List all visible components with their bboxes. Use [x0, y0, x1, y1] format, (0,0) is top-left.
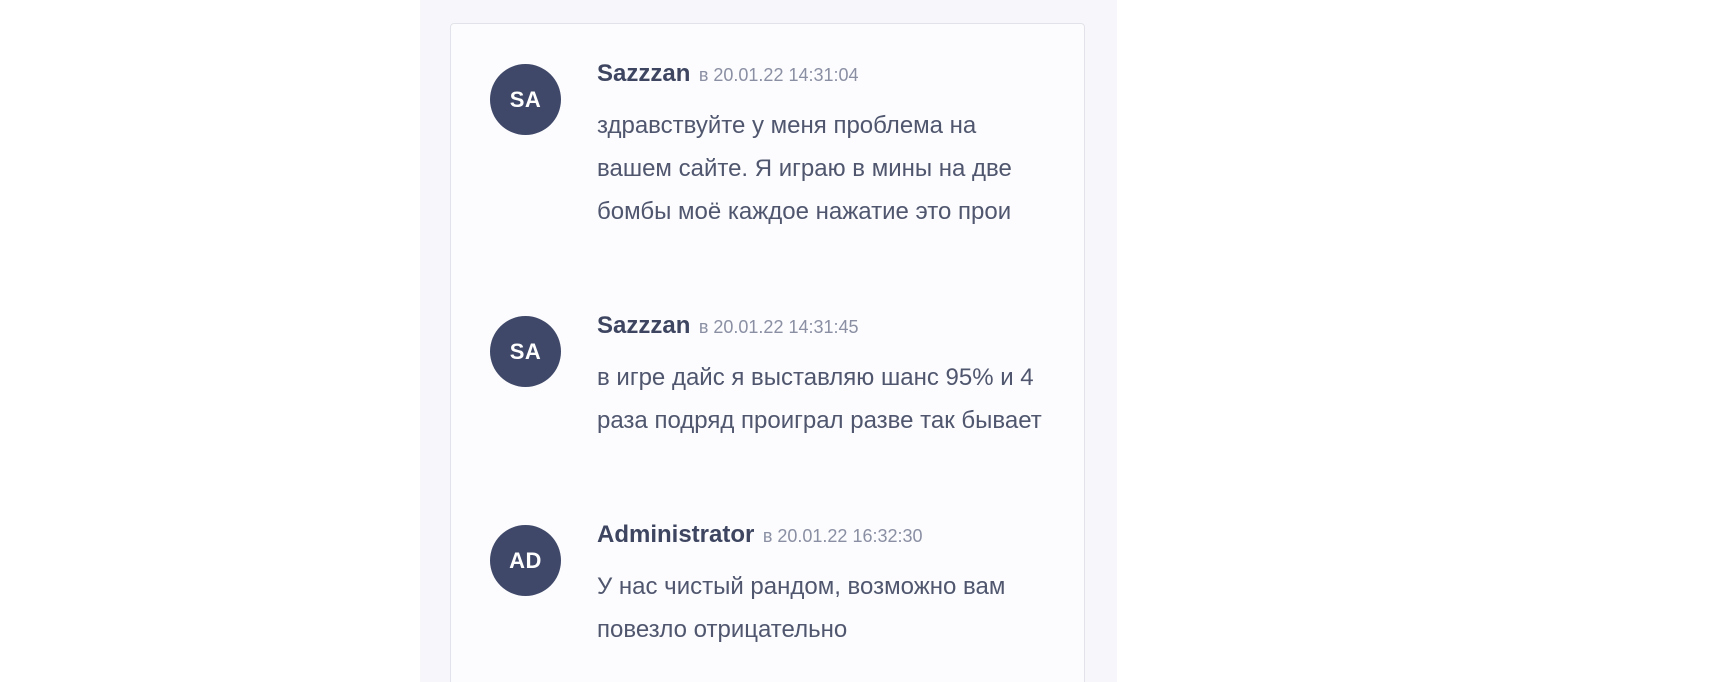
page: SA Sazzzan в 20.01.22 14:31:04 здравству…	[0, 0, 1718, 682]
comment-timestamp: в 20.01.22 14:31:04	[698, 65, 859, 85]
comment-text: в игре дайс я выставляю шанс 95% и 4 раз…	[597, 364, 1042, 434]
comment-author[interactable]: Sazzzan	[597, 312, 690, 339]
comment-timestamp: в 20.01.22 16:32:30	[762, 526, 923, 546]
comment-text: У нас чистый рандом, возможно вам повезл…	[597, 573, 1006, 643]
comment-header: Sazzzan в 20.01.22 14:31:04	[597, 60, 859, 88]
avatar: SA	[490, 64, 561, 135]
comment-timestamp: в 20.01.22 14:31:45	[698, 317, 859, 337]
comment-header: Administrator в 20.01.22 16:32:30	[597, 521, 923, 549]
comment-text: здравствуйте у меня проблема на вашем са…	[597, 112, 1012, 225]
avatar: SA	[490, 316, 561, 387]
comments-card: SA Sazzzan в 20.01.22 14:31:04 здравству…	[450, 23, 1085, 682]
avatar: AD	[490, 525, 561, 596]
comment-author[interactable]: Sazzzan	[597, 60, 690, 87]
content-column: SA Sazzzan в 20.01.22 14:31:04 здравству…	[420, 0, 1117, 682]
comment-author[interactable]: Administrator	[597, 521, 754, 548]
comment-header: Sazzzan в 20.01.22 14:31:45	[597, 312, 859, 340]
